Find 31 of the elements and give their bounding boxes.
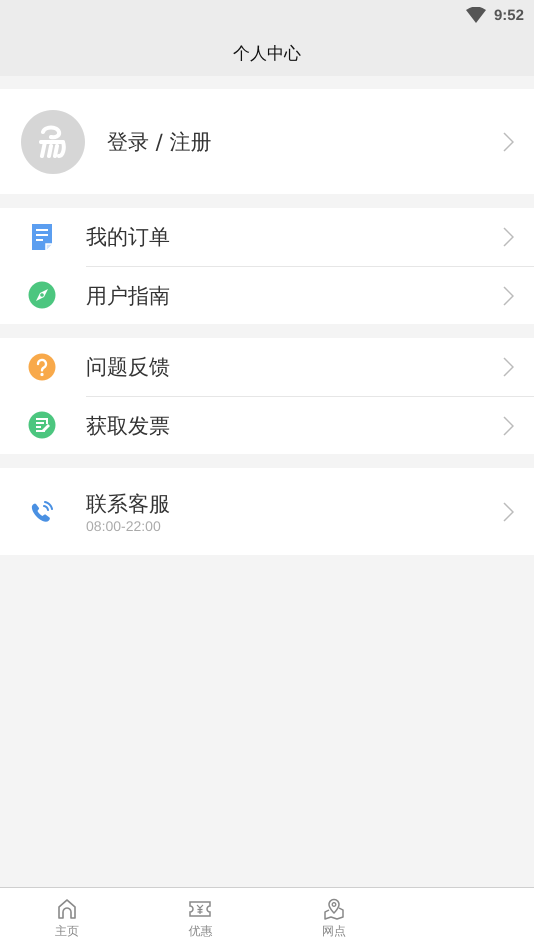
map-pin-icon bbox=[322, 897, 346, 921]
tab-item[interactable]: 网点 bbox=[267, 888, 400, 949]
tab-item[interactable]: 优惠 bbox=[134, 888, 267, 949]
menu-label: 我的订单 bbox=[86, 224, 171, 251]
chevron-right-icon bbox=[503, 357, 514, 377]
document-icon bbox=[30, 223, 54, 251]
menu-label: 问题反馈 bbox=[86, 354, 171, 381]
chevron-right-icon bbox=[503, 132, 514, 152]
avatar-icon bbox=[21, 110, 85, 174]
page-title: 个人中心 bbox=[233, 42, 301, 64]
login-register-label: 登录 / 注册 bbox=[107, 128, 212, 156]
compass-icon bbox=[28, 281, 56, 309]
service-hours: 08:00-22:00 bbox=[86, 518, 162, 534]
status-time: 9:52 bbox=[494, 6, 524, 24]
login-row[interactable]: 登录 / 注册 bbox=[0, 89, 534, 194]
receipt-icon bbox=[28, 411, 56, 439]
menu-row[interactable]: 问题反馈 bbox=[0, 338, 534, 396]
chevron-right-icon bbox=[503, 502, 514, 522]
menu-row[interactable]: 获取发票 bbox=[0, 396, 534, 454]
question-icon bbox=[28, 353, 56, 381]
menu-label: 获取发票 bbox=[86, 412, 171, 440]
menu-row[interactable]: 用户指南 bbox=[0, 266, 534, 324]
chevron-right-icon bbox=[503, 286, 514, 306]
chevron-right-icon bbox=[503, 227, 514, 247]
menu-label: 联系客服 bbox=[86, 490, 171, 518]
menu-label: 用户指南 bbox=[86, 282, 171, 310]
menu-row[interactable]: 联系客服 08:00-22:00 bbox=[0, 468, 534, 555]
wifi-icon bbox=[466, 7, 486, 23]
menu-row[interactable]: 我的订单 bbox=[0, 208, 534, 266]
tab-item[interactable]: 主页 bbox=[0, 888, 134, 949]
chevron-right-icon bbox=[503, 416, 514, 436]
